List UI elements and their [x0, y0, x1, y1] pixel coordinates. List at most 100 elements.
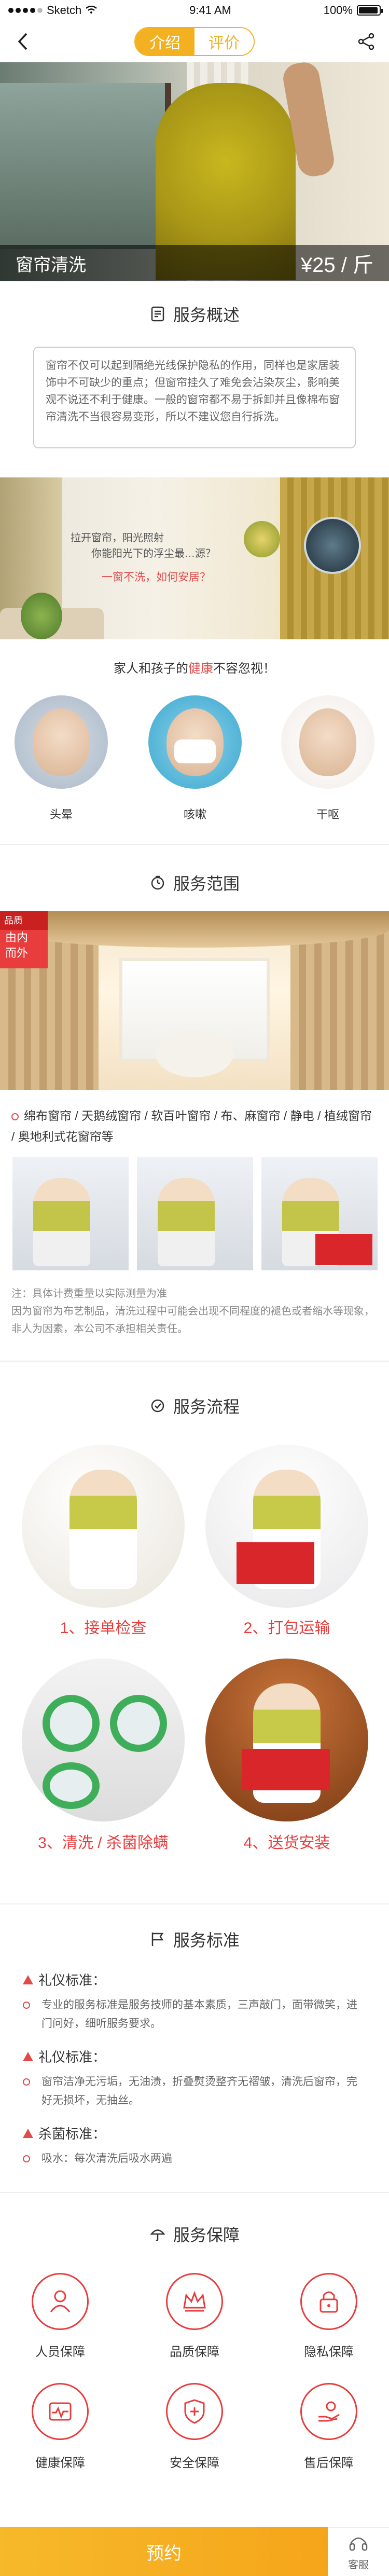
- banner-line-1: 拉开窗帘，阳光照射: [71, 532, 164, 544]
- standard-head-text: 礼仪标准：: [38, 1972, 106, 1988]
- process-title: 服务流程: [0, 1394, 389, 1418]
- triangle-icon: [23, 2128, 33, 2138]
- umbrella-icon: [149, 2226, 166, 2242]
- service-price: ¥25 / 斤: [300, 254, 373, 277]
- crown-icon: [166, 2273, 223, 2330]
- signal-icon: [8, 8, 43, 13]
- step-label: 3、清洗 / 杀菌除螨: [38, 1834, 169, 1852]
- health-title-prefix: 家人和孩子的: [114, 662, 188, 676]
- flow-icon: [149, 1397, 166, 1414]
- hero-image: 窗帘清洗 ¥25 / 斤: [0, 62, 389, 281]
- status-bar: Sketch 9:41 AM 100%: [0, 0, 389, 21]
- heartbeat-icon: [32, 2383, 89, 2440]
- triangle-icon: [23, 2051, 33, 2061]
- customer-service-button[interactable]: 客服: [328, 2527, 389, 2576]
- lock-icon: [300, 2273, 357, 2330]
- standard-body: 专业的服务标准是服务技师的基本素质，三声敲门，面带微笑，进门问好，细听服务要求。: [23, 1996, 366, 2033]
- symptom-cough-image: [148, 695, 242, 789]
- headset-icon: [349, 2537, 368, 2551]
- standard-head: 礼仪标准：: [23, 2047, 106, 2066]
- microbe-icon: [244, 521, 280, 557]
- bullet-icon: [23, 2078, 30, 2086]
- scope-note: 注：具体计费重量以实际测量为准 因为窗帘为布艺制品，清洗过程中可能会出现不同程度…: [11, 1285, 378, 1338]
- scope-list: 绵布窗帘 / 天鹅绒窗帘 / 软百叶窗帘 / 布、麻窗帘 / 静电 / 植绒窗帘…: [11, 1105, 378, 1147]
- work-photo: [261, 1157, 378, 1270]
- guarantee-label: 售后保障: [304, 2456, 354, 2470]
- chevron-left-icon: [18, 33, 27, 50]
- segmented-tabs: 介绍 评价: [134, 27, 255, 56]
- flag-icon: [149, 1931, 166, 1948]
- standard-body-text: 吸水：每次清洗后吸水两遍: [41, 2153, 172, 2164]
- guarantee-label: 人员保障: [35, 2345, 85, 2359]
- health-title: 家人和孩子的健康不容忽视！: [0, 658, 389, 676]
- overview-title-text: 服务概述: [173, 306, 240, 324]
- health-title-red: 健康: [188, 662, 213, 676]
- curtain-room-image: [0, 911, 389, 1090]
- guarantee-label: 健康保障: [35, 2456, 85, 2470]
- hand-icon: [300, 2383, 357, 2440]
- back-button[interactable]: [11, 30, 34, 53]
- health-title-suffix: 不容忽视！: [213, 662, 275, 676]
- wifi-icon: [86, 4, 98, 17]
- process-title-text: 服务流程: [173, 1397, 240, 1416]
- standard-body-text: 窗帘洁净无污垢，无油渍，折叠熨烫整齐无褶皱，清洗后窗帘，完好无损坏，无抽丝。: [41, 2076, 357, 2106]
- guarantee-title-text: 服务保障: [173, 2226, 240, 2244]
- standard-head-text: 礼仪标准：: [38, 2049, 106, 2065]
- dust-banner: 拉开窗帘，阳光照射 你能阳光下的浮尘最…源？ 一窗不洗，如何安居？: [0, 477, 389, 639]
- guarantee-label: 隐私保障: [304, 2345, 354, 2359]
- work-photo: [137, 1157, 253, 1270]
- document-icon: [149, 306, 166, 322]
- guarantee-label: 品质保障: [170, 2345, 219, 2359]
- share-icon: [358, 33, 374, 50]
- service-name: 窗帘清洗: [16, 255, 86, 275]
- overview-text: 窗帘不仅可以起到隔绝光线保护隐私的作用，同样也是家居装饰中不可缺少的重点；但窗帘…: [33, 347, 356, 448]
- standard-body: 吸水：每次清洗后吸水两遍: [23, 2149, 366, 2168]
- nav-bar: 介绍 评价: [0, 21, 389, 62]
- divider: [0, 1361, 389, 1362]
- microscope-view-icon: [304, 517, 361, 574]
- standard-body: 窗帘洁净无污垢，无油渍，折叠熨烫整齐无褶皱，清洗后窗帘，完好无损坏，无抽丝。: [23, 2073, 366, 2110]
- step-label: 2、打包运输: [243, 1620, 330, 1637]
- symptom-label: 头晕: [49, 808, 73, 821]
- banner-line-3: 一窗不洗，如何安居？: [102, 571, 211, 583]
- badge-line1: 由内: [5, 931, 29, 944]
- symptom-label: 干呕: [316, 808, 339, 821]
- clock: 9:41 AM: [189, 4, 231, 17]
- symptom-label: 咳嗽: [183, 808, 206, 821]
- overview-title: 服务概述: [0, 302, 389, 326]
- quality-badge: 品质 由内 而外: [0, 911, 48, 968]
- status-right: 100%: [324, 4, 383, 17]
- hero-caption: 窗帘清洗 ¥25 / 斤: [0, 245, 389, 281]
- scope-title-text: 服务范围: [173, 874, 240, 893]
- guarantee-label: 安全保障: [170, 2456, 219, 2470]
- tab-reviews[interactable]: 评价: [195, 28, 254, 55]
- bottom-action-bar: 预约 客服: [0, 2527, 389, 2576]
- step-wash-image: [22, 1659, 185, 1821]
- triangle-icon: [23, 1975, 33, 1984]
- divider: [0, 2192, 389, 2193]
- divider: [0, 1903, 389, 1904]
- battery-icon: [356, 5, 383, 16]
- step-label: 1、接单检查: [60, 1620, 147, 1637]
- bullet-icon: [11, 1113, 19, 1120]
- tab-intro[interactable]: 介绍: [135, 28, 195, 55]
- bullet-icon: [23, 2155, 30, 2162]
- standard-body-text: 专业的服务标准是服务技师的基本素质，三声敲门，面带微笑，进门问好，细听服务要求。: [41, 1999, 357, 2030]
- scope-text: 绵布窗帘 / 天鹅绒窗帘 / 软百叶窗帘 / 布、麻窗帘 / 静电 / 植绒窗帘…: [11, 1109, 372, 1143]
- book-button[interactable]: 预约: [0, 2527, 328, 2576]
- note-line-2: 因为窗帘为布艺制品，清洗过程中可能会出现不同程度的褪色或者缩水等现象，非人为因素…: [11, 1306, 374, 1335]
- bullet-icon: [23, 2002, 30, 2009]
- symptom-nausea-image: [281, 695, 374, 789]
- standards-title: 服务标准: [0, 1927, 389, 1951]
- step-install-image: [205, 1659, 368, 1821]
- status-left: Sketch: [8, 4, 98, 17]
- step-check-image: [22, 1445, 185, 1608]
- share-button[interactable]: [355, 30, 378, 53]
- service-label: 客服: [348, 2559, 369, 2571]
- note-line-1: 注：具体计费重量以实际测量为准: [11, 1288, 167, 1299]
- step-label: 4、送货安装: [243, 1834, 330, 1852]
- banner-line-2: 你能阳光下的浮尘最…源？: [91, 548, 216, 559]
- symptom-dizzy-image: [15, 695, 108, 789]
- standard-head: 杀菌标准：: [23, 2123, 106, 2143]
- shield-plus-icon: [166, 2383, 223, 2440]
